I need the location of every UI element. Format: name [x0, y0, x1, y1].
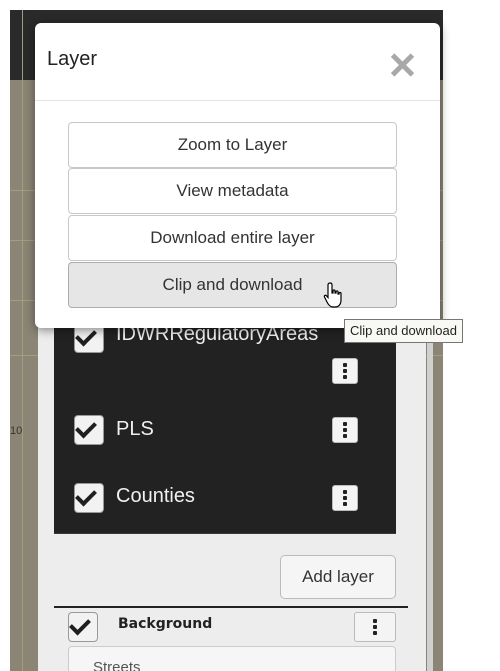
- layer-visibility-checkbox[interactable]: [74, 483, 104, 513]
- modal-title: Layer: [47, 48, 98, 70]
- background-options-button[interactable]: [354, 612, 396, 642]
- clip-and-download-button[interactable]: Clip and download: [68, 262, 397, 308]
- check-icon: [75, 416, 97, 439]
- close-icon[interactable]: [388, 51, 418, 81]
- map-gridline: [22, 10, 23, 671]
- view-metadata-button[interactable]: View metadata: [68, 168, 397, 214]
- layer-name: Counties: [116, 485, 195, 507]
- add-layer-button[interactable]: Add layer: [280, 555, 396, 599]
- modal-header: Layer: [35, 23, 440, 101]
- layer-options-button[interactable]: [332, 358, 358, 384]
- vertical-dots-icon: [343, 363, 347, 379]
- layer-options-button[interactable]: [332, 417, 358, 443]
- layer-visibility-checkbox[interactable]: [74, 415, 104, 445]
- tooltip: Clip and download: [344, 319, 463, 343]
- vertical-dots-icon: [343, 422, 347, 438]
- hand-pointer-icon: [323, 282, 342, 308]
- layer-row[interactable]: PLS: [54, 397, 396, 466]
- panel-body: IDWRRegulatoryAreas PLS Counties Add lay…: [38, 300, 433, 671]
- zoom-to-layer-button[interactable]: Zoom to Layer: [68, 122, 397, 168]
- background-visibility-checkbox[interactable]: [68, 612, 98, 642]
- layer-options-button[interactable]: [332, 485, 358, 511]
- vertical-dots-icon: [373, 619, 377, 635]
- basemap-select-value: Streets: [93, 659, 141, 671]
- download-entire-layer-button[interactable]: Download entire layer: [68, 215, 397, 261]
- map-label: 10: [10, 425, 23, 437]
- vertical-dots-icon: [343, 490, 347, 506]
- check-icon: [75, 484, 97, 507]
- panel-scrollbar[interactable]: [427, 300, 433, 671]
- layer-name: PLS: [116, 418, 154, 440]
- background-label: Background: [118, 616, 213, 632]
- check-icon: [69, 613, 91, 636]
- basemap-select[interactable]: Streets: [68, 646, 396, 671]
- layer-row[interactable]: Counties: [54, 465, 396, 534]
- layer-modal: Layer Zoom to Layer View metadata Downlo…: [35, 23, 440, 328]
- background-divider: [54, 606, 408, 608]
